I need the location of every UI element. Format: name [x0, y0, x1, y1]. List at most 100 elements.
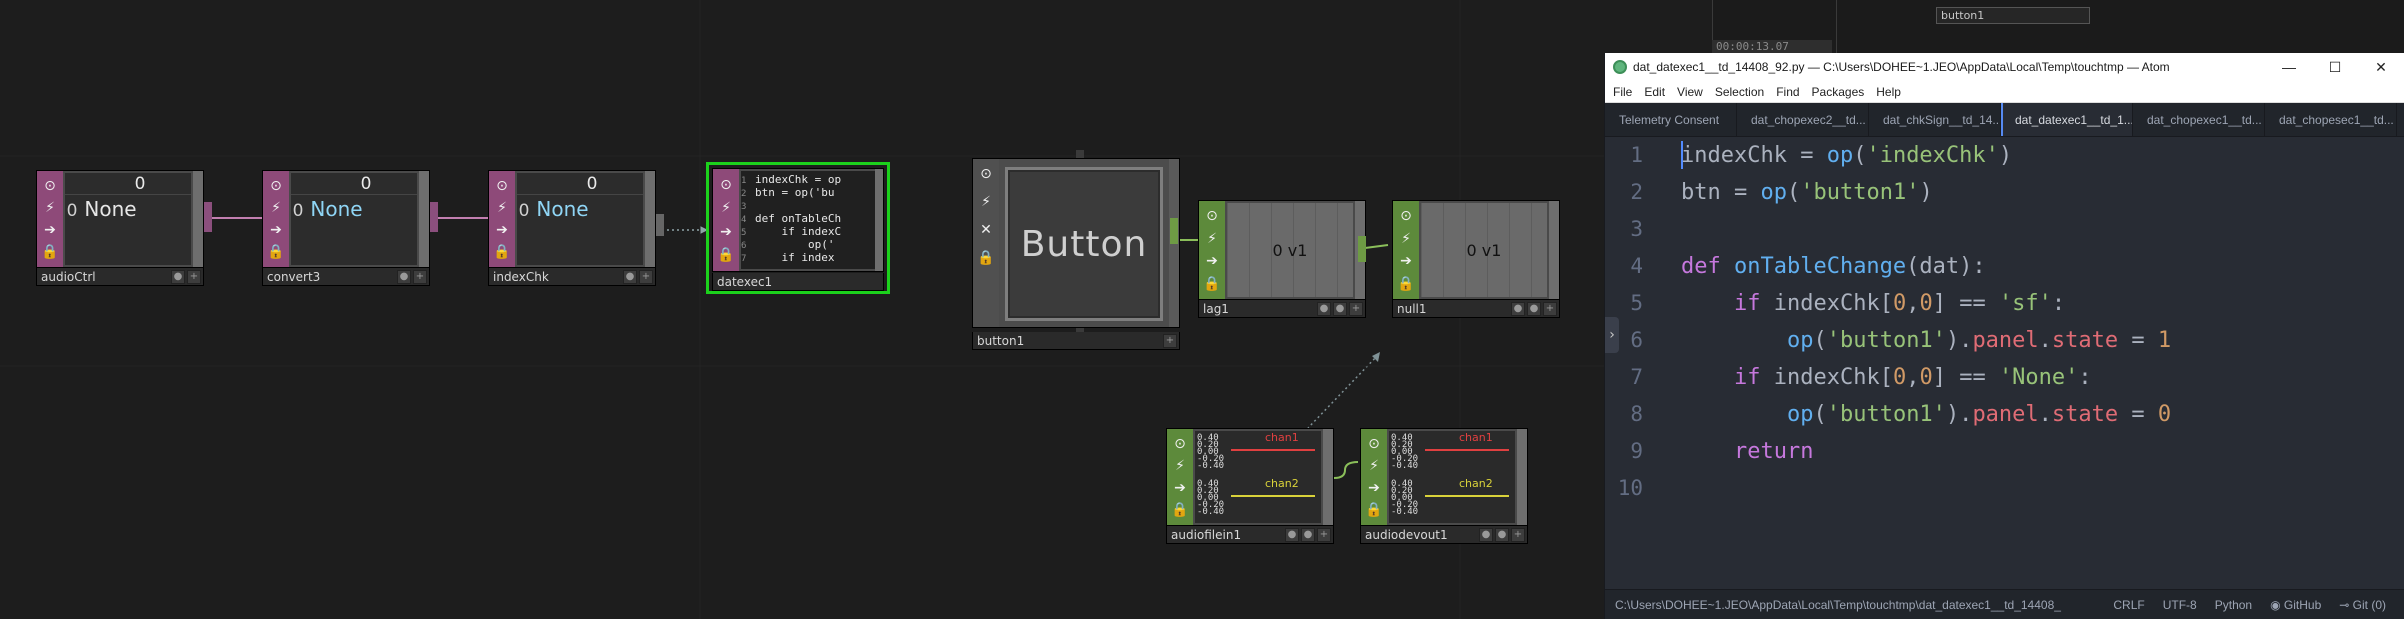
viewer-toggle-icon[interactable]: ⊙	[1397, 207, 1415, 225]
add-icon[interactable]: +	[413, 269, 427, 284]
display-flag-icon[interactable]: ●	[1317, 301, 1331, 316]
pane-button1-label[interactable]: button1	[1936, 7, 2090, 24]
lock-icon[interactable]: 🔒	[977, 249, 995, 267]
viewer-toggle-icon[interactable]: ⊙	[41, 177, 59, 195]
node-flag-strip[interactable]: ⊙ ⚡ ➔ 🔒	[37, 171, 63, 267]
add-icon[interactable]: +	[1349, 301, 1363, 316]
bypass-icon[interactable]: ⚡	[1365, 457, 1383, 475]
node-name[interactable]: convert3	[263, 270, 397, 284]
code-editor[interactable]: 1 indexChk = op('indexChk') 2 btn = op('bu…	[1605, 137, 2404, 589]
viewer-toggle-icon[interactable]: ⊙	[1171, 435, 1189, 453]
bypass-icon[interactable]: ⚡	[493, 199, 511, 217]
lock-icon[interactable]: 🔒	[1397, 275, 1415, 293]
viewer-toggle-icon[interactable]: ⊙	[267, 177, 285, 195]
add-icon[interactable]: +	[1543, 301, 1557, 316]
viewer-toggle-icon[interactable]: ⊙	[1365, 435, 1383, 453]
render-flag-icon[interactable]: ●	[1495, 527, 1509, 542]
editor-tab[interactable]: dat_datexec1__td_1...	[2001, 103, 2133, 136]
export-icon[interactable]: ➔	[1171, 479, 1189, 497]
grammar[interactable]: Python	[2215, 598, 2252, 612]
editor-tab[interactable]: dat_chopesec1__td...	[2265, 103, 2397, 136]
editor-tab[interactable]: dat_chopexec2__td...	[1737, 103, 1869, 136]
menu-find[interactable]: Find	[1776, 85, 1799, 99]
encoding[interactable]: UTF-8	[2163, 598, 2197, 612]
export-icon[interactable]: ➔	[1365, 479, 1383, 497]
node-indexchk[interactable]: ⊙ ⚡ ➔ 🔒 0 0 None indexChk ● +	[488, 170, 656, 288]
bypass-icon[interactable]: ⚡	[1397, 230, 1415, 248]
bypass-icon[interactable]: ⚡	[1171, 457, 1189, 475]
display-flag-icon[interactable]: ●	[623, 269, 637, 284]
node-audiofilein1[interactable]: ⊙ ⚡ ➔ 🔒 0.40 0.20 0.00 -0.20 -0.40 chan1 0.40 0…	[1166, 428, 1334, 546]
export-icon[interactable]: ➔	[493, 221, 511, 239]
display-flag-icon[interactable]: ●	[1285, 527, 1299, 542]
menu-file[interactable]: File	[1613, 85, 1632, 99]
bypass-icon[interactable]: ⚡	[977, 193, 995, 211]
node-audioctrl[interactable]: ⊙ ⚡ ➔ 🔒 0 0 None audioCtrl ● +	[36, 170, 204, 288]
node-name[interactable]: indexChk	[489, 270, 623, 284]
display-flag-icon[interactable]: ●	[1479, 527, 1493, 542]
render-flag-icon[interactable]: ●	[1333, 301, 1347, 316]
display-flag-icon[interactable]: ●	[397, 269, 411, 284]
menu-view[interactable]: View	[1677, 85, 1703, 99]
node-null1[interactable]: ⊙ ⚡ ➔ 🔒 0 v1 null1 ● ● +	[1392, 200, 1560, 320]
export-icon[interactable]: ➔	[267, 221, 285, 239]
button-panel[interactable]: Button	[1005, 167, 1163, 321]
add-icon[interactable]: +	[187, 269, 201, 284]
maximize-button[interactable]: ☐	[2312, 59, 2358, 76]
bypass-icon[interactable]: ⚡	[717, 199, 735, 217]
button-panel-viewer[interactable]: Button	[999, 159, 1169, 327]
menu-selection[interactable]: Selection	[1715, 85, 1764, 99]
export-icon[interactable]: ➔	[41, 221, 59, 239]
timeline-panel[interactable]: 00:00:13.07 button1	[1712, 0, 2404, 53]
bypass-icon[interactable]: ⚡	[1203, 230, 1221, 248]
render-flag-icon[interactable]: ●	[1301, 527, 1315, 542]
menu-edit[interactable]: Edit	[1644, 85, 1665, 99]
editor-tab[interactable]: dat_chkSign__td_14...	[1869, 103, 2001, 136]
node-name[interactable]: button1	[973, 334, 1163, 348]
git-button[interactable]: ⊸ Git (0)	[2339, 598, 2386, 612]
add-icon[interactable]: +	[1511, 527, 1525, 542]
editor-tab[interactable]: Telemetry Consent	[1605, 103, 1737, 136]
export-icon[interactable]: ➔	[1397, 252, 1415, 270]
node-button1[interactable]: ⊙ ⚡ ✕ 🔒 Button button1 +	[972, 150, 1180, 352]
atom-editor-window[interactable]: dat_datexec1__td_14408_92.py — C:\Users\…	[1604, 53, 2404, 619]
close-icon[interactable]: ✕	[977, 221, 995, 239]
node-name[interactable]: audiofilein1	[1167, 528, 1285, 542]
display-flag-icon[interactable]: ●	[1511, 301, 1525, 316]
add-icon[interactable]: +	[639, 269, 653, 284]
menu-packages[interactable]: Packages	[1812, 85, 1865, 99]
lock-icon[interactable]: 🔒	[717, 246, 735, 264]
viewer-toggle-icon[interactable]: ⊙	[717, 176, 735, 194]
title-bar[interactable]: dat_datexec1__td_14408_92.py — C:\Users\…	[1605, 53, 2404, 81]
line-ending[interactable]: CRLF	[2113, 598, 2144, 612]
editor-tab[interactable]: dat_chopexec1__td...	[2133, 103, 2265, 136]
lock-icon[interactable]: 🔒	[41, 243, 59, 261]
export-icon[interactable]: ➔	[1203, 252, 1221, 270]
github-button[interactable]: ◉ GitHub	[2270, 598, 2321, 612]
lock-icon[interactable]: 🔒	[493, 243, 511, 261]
viewer-toggle-icon[interactable]: ⊙	[977, 165, 995, 183]
close-button[interactable]: ✕	[2358, 59, 2404, 76]
bypass-icon[interactable]: ⚡	[41, 199, 59, 217]
display-flag-icon[interactable]: ●	[171, 269, 185, 284]
node-name[interactable]: lag1	[1199, 302, 1317, 316]
menu-help[interactable]: Help	[1876, 85, 1901, 99]
node-name[interactable]: null1	[1393, 302, 1511, 316]
lock-icon[interactable]: 🔒	[1203, 275, 1221, 293]
viewer-toggle-icon[interactable]: ⊙	[1203, 207, 1221, 225]
tree-view-toggle-icon[interactable]: ›	[1605, 317, 1619, 353]
file-path[interactable]: C:\Users\DOHEE~1.JEO\AppData\Local\Temp\…	[1605, 598, 2113, 612]
render-flag-icon[interactable]: ●	[1527, 301, 1541, 316]
bypass-icon[interactable]: ⚡	[267, 199, 285, 217]
node-name[interactable]: datexec1	[713, 275, 883, 289]
export-icon[interactable]: ➔	[717, 223, 735, 241]
node-audiodevout1[interactable]: ⊙ ⚡ ➔ 🔒 0.40 0.20 0.00 -0.20 -0.40 chan1 0.40 0…	[1360, 428, 1528, 546]
node-convert3[interactable]: ⊙ ⚡ ➔ 🔒 0 0 None convert3 ● +	[262, 170, 430, 288]
node-lag1[interactable]: ⊙ ⚡ ➔ 🔒 0 v1 lag1 ● ● +	[1198, 200, 1366, 320]
minimize-button[interactable]: —	[2266, 59, 2312, 75]
node-datexec1[interactable]: ⊙ ⚡ ➔ 🔒 1 indexChk = op 2 btn = op('bu 3 4 def…	[706, 162, 890, 294]
node-name[interactable]: audioCtrl	[37, 270, 171, 284]
lock-icon[interactable]: 🔒	[1365, 501, 1383, 519]
viewer-toggle-icon[interactable]: ⊙	[493, 177, 511, 195]
add-icon[interactable]: +	[1163, 333, 1177, 348]
